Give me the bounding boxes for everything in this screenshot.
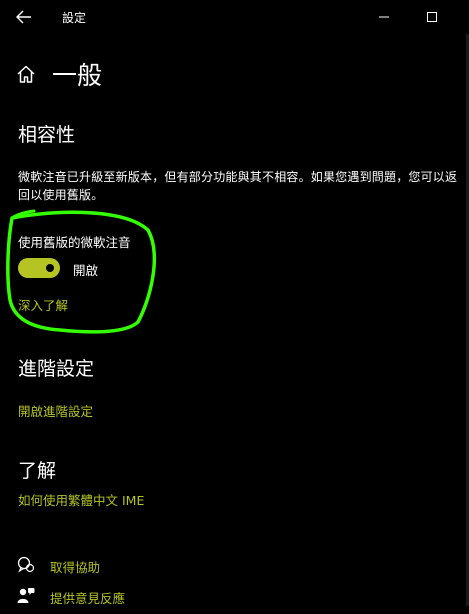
highlight-annotation bbox=[6, 209, 156, 334]
advanced-heading: 進階設定 bbox=[18, 358, 95, 380]
back-button[interactable] bbox=[12, 6, 36, 28]
about-heading: 了解 bbox=[18, 460, 57, 482]
learn-more-link[interactable]: 深入了解 bbox=[18, 295, 68, 314]
page-title: 一般 bbox=[52, 61, 103, 90]
window-title: 設定 bbox=[62, 11, 87, 25]
minimize-icon bbox=[379, 16, 389, 18]
feedback-person-icon bbox=[16, 586, 36, 606]
legacy-ime-toggle[interactable] bbox=[18, 258, 60, 278]
get-help-link[interactable]: 取得協助 bbox=[50, 557, 100, 576]
minimize-button[interactable] bbox=[372, 6, 396, 28]
home-icon bbox=[14, 62, 38, 86]
give-feedback-link[interactable]: 提供意見反應 bbox=[50, 588, 125, 607]
compat-heading: 相容性 bbox=[18, 124, 76, 146]
maximize-icon bbox=[427, 12, 437, 22]
back-arrow-icon bbox=[16, 10, 31, 24]
open-advanced-settings-link[interactable]: 開啟進階設定 bbox=[18, 401, 93, 420]
help-chat-icon bbox=[16, 555, 36, 575]
legacy-ime-label: 使用舊版的微軟注音 bbox=[18, 235, 131, 250]
maximize-button[interactable] bbox=[420, 6, 444, 28]
title-bar: 設定 bbox=[0, 0, 469, 34]
compat-description: 微軟注音已升級至新版本，但有部分功能與其不相容。如果您遇到問題，您可以返回以使用… bbox=[18, 170, 458, 202]
toggle-knob bbox=[46, 264, 54, 272]
how-to-use-ime-link[interactable]: 如何使用繁體中文 IME bbox=[18, 490, 144, 509]
toggle-state-label: 開啟 bbox=[73, 263, 99, 278]
